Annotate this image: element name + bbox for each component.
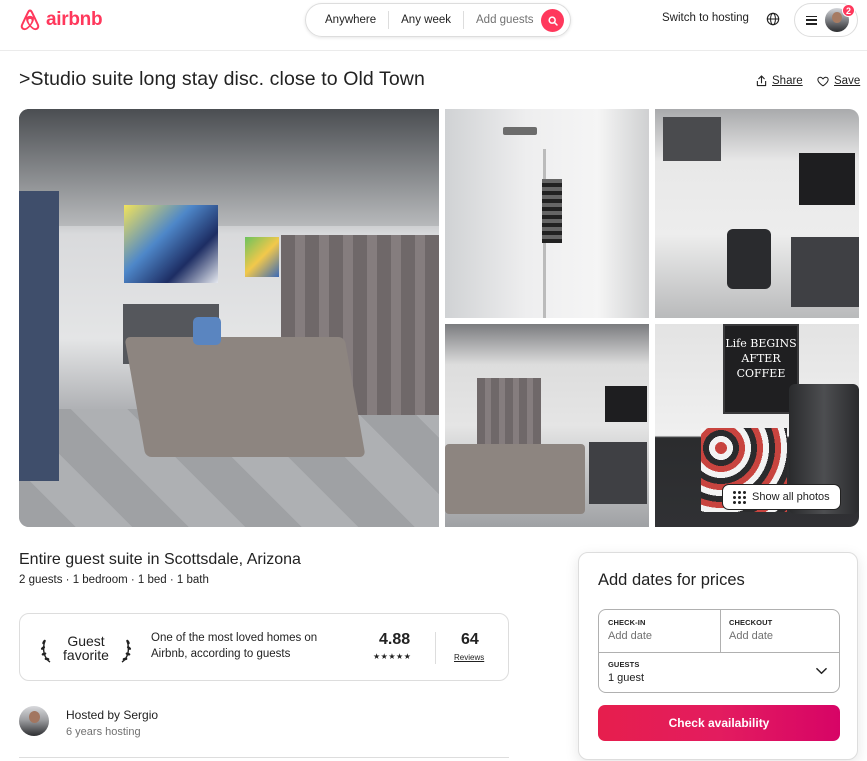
heart-icon [817, 76, 829, 86]
rating-stars: ★★★★★ [373, 652, 412, 661]
menu-icon [806, 15, 817, 25]
checkin-label: CHECK-IN [608, 618, 646, 627]
listing-photo-room[interactable] [445, 324, 649, 527]
guests-label: GUESTS [608, 660, 640, 669]
photo-detail [727, 229, 771, 289]
share-label: Share [772, 75, 803, 87]
globe-icon[interactable] [766, 12, 780, 26]
photo-detail [605, 386, 647, 422]
host-avatar[interactable] [19, 706, 49, 736]
laurel-left-icon [40, 639, 51, 663]
guest-favorite-badge: Guest favorite [40, 631, 132, 665]
share-icon [756, 75, 767, 87]
grid-icon [733, 490, 746, 504]
photo-detail [124, 337, 366, 457]
photo-detail [19, 109, 439, 227]
listing-photo-shower[interactable] [445, 109, 649, 318]
photo-detail [19, 191, 59, 481]
photo-detail [663, 117, 721, 161]
photo-detail [799, 153, 855, 205]
guest-favorite-line1: Guest [67, 633, 105, 649]
divider [599, 652, 839, 653]
logo-text: airbnb [46, 9, 103, 30]
host-name: Hosted by Sergio [66, 708, 159, 722]
listing-facts: 2 guests · 1 bedroom · 1 bed · 1 bath [19, 574, 209, 586]
booking-card: Add dates for prices CHECK-IN Add date C… [578, 552, 858, 760]
host-years: 6 years hosting [66, 726, 141, 738]
show-all-photos-button[interactable]: Show all photos [722, 484, 841, 510]
guest-favorite-line2: favorite [63, 647, 109, 663]
search-bar[interactable]: Anywhere Any week Add guests [305, 3, 571, 37]
top-nav: airbnb Anywhere Any week Add guests Swit… [0, 0, 867, 51]
photo-detail [245, 237, 279, 277]
listing-photo-main[interactable] [19, 109, 439, 527]
guests-field[interactable]: GUESTS 1 guest [608, 660, 828, 684]
rating-value: 4.88 [379, 631, 411, 648]
photo-detail [193, 317, 221, 345]
photo-detail [542, 179, 562, 243]
search-guests[interactable]: Add guests [464, 14, 542, 26]
search-icon [547, 15, 558, 26]
guest-favorite-card: Guest favorite One of the most loved hom… [19, 613, 509, 681]
booking-title: Add dates for prices [598, 571, 745, 589]
airbnb-logo-icon [20, 9, 40, 31]
photo-detail [589, 442, 647, 504]
checkout-field[interactable]: CHECKOUT Add date [729, 618, 837, 642]
reviews-link[interactable]: Reviews [454, 653, 484, 662]
check-availability-button[interactable]: Check availability [598, 705, 840, 741]
share-button[interactable]: Share [756, 75, 803, 87]
save-button[interactable]: Save [817, 75, 860, 87]
chevron-down-icon[interactable] [816, 667, 827, 675]
guest-favorite-description: One of the most loved homes on Airbnb, a… [151, 632, 318, 660]
search-button[interactable] [541, 9, 564, 32]
review-count: 64 [461, 631, 479, 648]
coffee-sign: Life BEGINS AFTER COFFEE [723, 324, 799, 414]
checkin-value: Add date [608, 630, 653, 642]
listing-subtitle: Entire guest suite in Scottsdale, Arizon… [19, 551, 301, 568]
airbnb-logo[interactable]: airbnb [18, 7, 103, 33]
photo-detail [503, 127, 537, 135]
guests-value: 1 guest [608, 672, 645, 684]
laurel-right-icon [121, 639, 132, 663]
divider [720, 610, 721, 652]
guest-favorite-label: Guest favorite [63, 634, 109, 662]
switch-to-hosting-link[interactable]: Switch to hosting [662, 12, 749, 24]
section-divider [19, 757, 509, 758]
listing-title: >Studio suite long stay disc. close to O… [19, 68, 425, 90]
search-dates[interactable]: Any week [389, 14, 463, 26]
divider [435, 632, 436, 664]
checkin-field[interactable]: CHECK-IN Add date [608, 618, 716, 642]
save-label: Save [834, 75, 861, 87]
dates-guests-picker: CHECK-IN Add date CHECKOUT Add date GUES… [598, 609, 840, 693]
notification-badge: 2 [842, 4, 855, 17]
search-location[interactable]: Anywhere [306, 14, 388, 26]
checkout-value: Add date [729, 630, 774, 642]
show-all-photos-label: Show all photos [752, 491, 830, 503]
photo-detail [124, 205, 218, 283]
photo-detail [791, 237, 859, 307]
checkout-label: CHECKOUT [729, 618, 773, 627]
listing-photo-desk[interactable] [655, 109, 859, 318]
photo-detail [445, 444, 585, 514]
